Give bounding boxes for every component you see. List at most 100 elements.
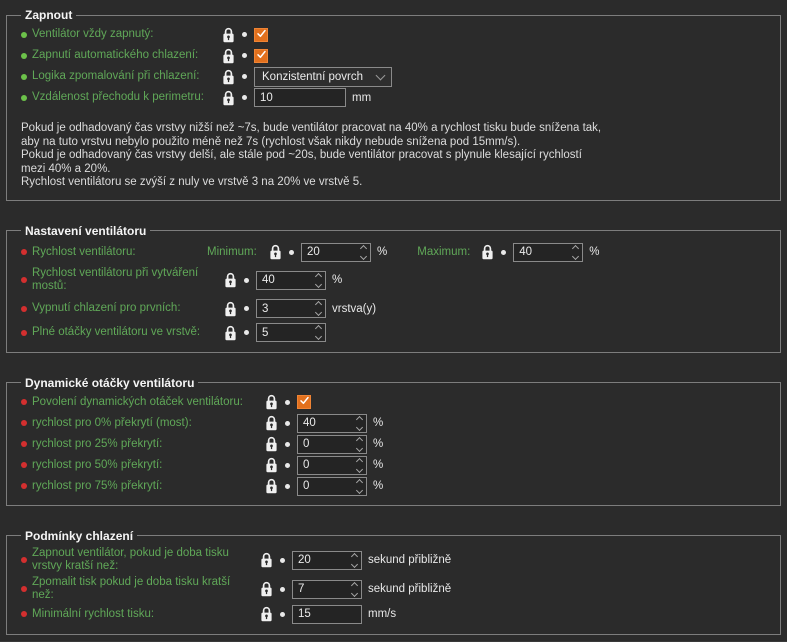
- enable-fan-below-input[interactable]: [293, 554, 347, 566]
- spinner-arrows-icon[interactable]: [352, 457, 366, 474]
- lock-icon[interactable]: [260, 552, 273, 568]
- section-title: Podmínky chlazení: [21, 529, 137, 543]
- lock-icon[interactable]: [260, 606, 273, 622]
- revert-dot-icon[interactable]: [285, 463, 290, 468]
- chevron-down-icon: [376, 70, 386, 80]
- revert-dot-icon[interactable]: [244, 278, 249, 283]
- setting-label: Vypnutí chlazení pro prvních:: [32, 302, 187, 315]
- fan-speed-max-input[interactable]: [514, 246, 568, 258]
- setting-label: Zapnutí automatického chlazení:: [32, 49, 204, 62]
- section-title: Nastavení ventilátoru: [21, 224, 150, 238]
- setting-label: Povolení dynamických otáček ventilátoru:: [32, 396, 249, 409]
- status-dot-red: [21, 277, 27, 283]
- revert-dot-icon[interactable]: [285, 421, 290, 426]
- spinner-arrows-icon[interactable]: [347, 581, 361, 598]
- check-icon: [256, 49, 267, 63]
- overlap-0-input[interactable]: [298, 417, 352, 429]
- revert-dot-icon[interactable]: [285, 400, 290, 405]
- unit-label: %: [373, 480, 383, 492]
- lock-icon[interactable]: [222, 48, 235, 64]
- status-dot-red: [21, 586, 27, 592]
- setting-label: rychlost pro 75% překrytí:: [32, 480, 168, 493]
- revert-dot-icon[interactable]: [242, 74, 247, 79]
- spinner-arrows-icon[interactable]: [356, 244, 370, 261]
- unit-label: vrstva(y): [332, 303, 376, 315]
- lock-icon[interactable]: [224, 272, 237, 288]
- dynamic-fan-checkbox[interactable]: [297, 395, 311, 409]
- lock-icon[interactable]: [265, 457, 278, 473]
- slow-down-below-input[interactable]: [293, 583, 347, 595]
- status-dot-green: [21, 53, 27, 59]
- revert-dot-icon[interactable]: [242, 32, 247, 37]
- check-icon: [299, 395, 310, 409]
- status-dot-red: [21, 306, 27, 312]
- check-icon: [256, 28, 267, 42]
- setting-row-overlap-25: rychlost pro 25% překrytí: %: [21, 434, 770, 455]
- lock-icon[interactable]: [222, 90, 235, 106]
- fan-always-on-checkbox[interactable]: [254, 28, 268, 42]
- disable-cooling-layers-spinner: [256, 299, 326, 318]
- unit-label: sekund přibližně: [368, 583, 451, 595]
- spinner-arrows-icon[interactable]: [568, 244, 582, 261]
- lock-icon[interactable]: [260, 581, 273, 597]
- setting-row-enable-dynamic-fan: Povolení dynamických otáček ventilátoru:: [21, 392, 770, 413]
- lock-icon[interactable]: [265, 394, 278, 410]
- setting-row-slowdown-logic: Logika zpomalování při chlazení: Konzist…: [21, 66, 770, 87]
- spinner-arrows-icon[interactable]: [347, 552, 361, 569]
- status-dot-red: [21, 611, 27, 617]
- spinner-arrows-icon[interactable]: [311, 272, 325, 289]
- cooling-settings-page: Zapnout Ventilátor vždy zapnutý: Zapnutí…: [0, 0, 787, 625]
- spinner-arrows-icon[interactable]: [311, 300, 325, 317]
- revert-dot-icon[interactable]: [242, 53, 247, 58]
- disable-cooling-layers-input[interactable]: [257, 303, 311, 315]
- overlap-50-input[interactable]: [298, 459, 352, 471]
- slowdown-logic-select[interactable]: Konzistentní povrch: [254, 67, 392, 87]
- overlap-75-input[interactable]: [298, 480, 352, 492]
- lock-icon[interactable]: [481, 244, 494, 260]
- lock-icon[interactable]: [222, 27, 235, 43]
- revert-dot-icon[interactable]: [501, 250, 506, 255]
- status-dot-green: [21, 95, 27, 101]
- perimeter-transition-input[interactable]: [254, 88, 346, 107]
- revert-dot-icon[interactable]: [244, 330, 249, 335]
- spinner-arrows-icon[interactable]: [311, 324, 325, 341]
- revert-dot-icon[interactable]: [280, 612, 285, 617]
- bridge-fan-speed-input[interactable]: [257, 274, 311, 286]
- unit-label: mm: [352, 92, 371, 104]
- revert-dot-icon[interactable]: [242, 95, 247, 100]
- minimum-label: Minimum:: [207, 246, 269, 258]
- spinner-arrows-icon[interactable]: [352, 415, 366, 432]
- lock-icon[interactable]: [224, 325, 237, 341]
- setting-label: Rychlost ventilátoru:: [32, 246, 142, 259]
- revert-dot-icon[interactable]: [285, 484, 290, 489]
- revert-dot-icon[interactable]: [280, 587, 285, 592]
- revert-dot-icon[interactable]: [244, 306, 249, 311]
- fan-speed-min-input[interactable]: [302, 246, 356, 258]
- setting-row-overlap-0: rychlost pro 0% překrytí (most): %: [21, 413, 770, 434]
- overlap-25-input[interactable]: [298, 438, 352, 450]
- min-print-speed-input[interactable]: [292, 605, 362, 624]
- revert-dot-icon[interactable]: [285, 442, 290, 447]
- setting-row-enable-fan-below: Zapnout ventilátor, pokud je doba tisku …: [21, 545, 770, 576]
- lock-icon[interactable]: [265, 415, 278, 431]
- setting-label: Rychlost ventilátoru při vytváření mostů…: [32, 267, 223, 293]
- revert-dot-icon[interactable]: [289, 250, 294, 255]
- status-dot-red: [21, 249, 27, 255]
- setting-row-overlap-50: rychlost pro 50% překrytí: %: [21, 455, 770, 476]
- setting-label: Vzdálenost přechodu k perimetru:: [32, 91, 210, 104]
- auto-cooling-checkbox[interactable]: [254, 49, 268, 63]
- lock-icon[interactable]: [269, 244, 282, 260]
- section-title: Zapnout: [21, 8, 76, 22]
- spinner-arrows-icon[interactable]: [352, 478, 366, 495]
- lock-icon[interactable]: [265, 478, 278, 494]
- spinner-arrows-icon[interactable]: [352, 436, 366, 453]
- fan-speed-max-spinner: [513, 243, 583, 262]
- lock-icon[interactable]: [265, 436, 278, 452]
- lock-icon[interactable]: [222, 69, 235, 85]
- setting-label: Zapnout ventilátor, pokud je doba tisku …: [32, 547, 256, 573]
- lock-icon[interactable]: [224, 301, 237, 317]
- maximum-label: Maximum:: [417, 246, 481, 258]
- setting-row-full-fan-at-layer: Plné otáčky ventilátoru ve vrstvě:: [21, 322, 770, 344]
- full-fan-layer-input[interactable]: [257, 327, 311, 339]
- revert-dot-icon[interactable]: [280, 558, 285, 563]
